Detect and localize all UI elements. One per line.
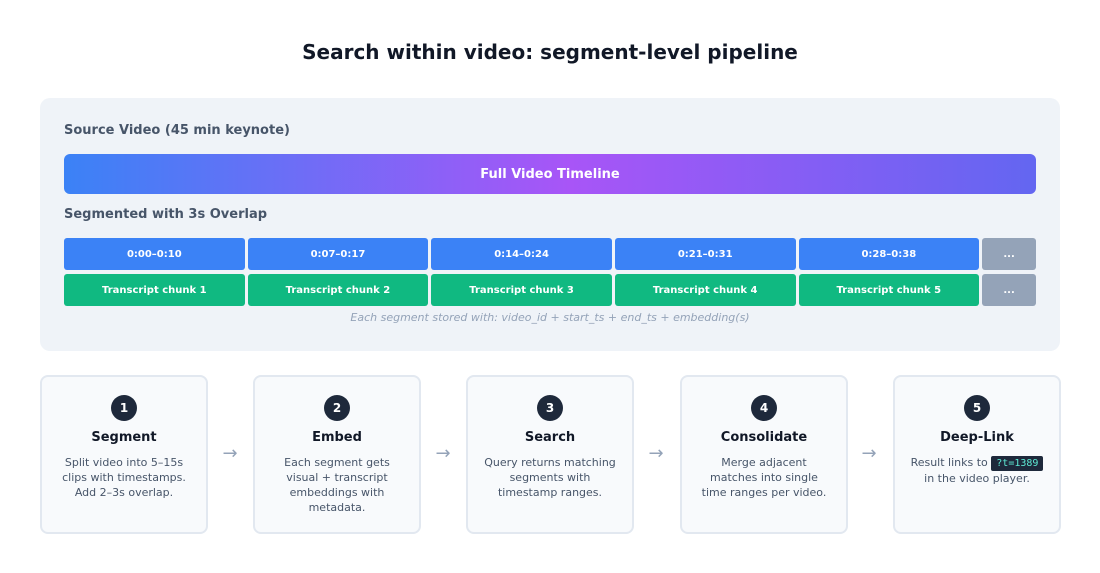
segment-block: 0:07–0:17 (247, 238, 429, 270)
pipeline-steps: 1 Segment Split video into 5–15s clips w… (40, 375, 1061, 534)
transcript-row: Transcript chunk 1 Transcript chunk 2 Tr… (64, 274, 1037, 306)
step-title: Embed (312, 430, 362, 445)
step-number-badge: 4 (751, 395, 777, 421)
arrow-right-icon: → (648, 443, 664, 464)
step-title: Segment (91, 430, 157, 445)
step-card-search: 3 Search Query returns matching segments… (466, 375, 634, 534)
source-video-panel: Source Video (45 min keynote) Full Video… (40, 98, 1060, 351)
step-description: Merge adjacent matches into single time … (701, 456, 827, 499)
step-description-text: Result links to (910, 456, 988, 469)
page-title: Search within video: segment-level pipel… (302, 40, 798, 64)
arrow-right-icon: → (861, 443, 877, 464)
segmented-label: Segmented with 3s Overlap (64, 207, 268, 222)
step-title: Search (524, 430, 576, 445)
segment-block: 0:28–0:38 (798, 238, 980, 270)
segment-more: ... (982, 238, 1037, 270)
step-description: Split video into 5–15s clips with timest… (62, 456, 186, 499)
step-title: Consolidate (720, 430, 808, 445)
segment-storage-note: Each segment stored with: video_id + sta… (350, 311, 750, 324)
source-video-label: Source Video (45 min keynote) (64, 123, 290, 138)
page: Search within video: segment-level pipel… (0, 0, 1100, 573)
step-description: Result links to ?t=1389 in the video pla… (909, 455, 1045, 486)
transcript-chunk: Transcript chunk 2 (247, 274, 429, 306)
segment-block: 0:21–0:31 (614, 238, 796, 270)
step-card-consolidate: 4 Consolidate Merge adjacent matches int… (680, 375, 848, 534)
step-card-segment: 1 Segment Split video into 5–15s clips w… (40, 375, 208, 534)
transcript-chunk: Transcript chunk 3 (431, 274, 612, 306)
transcript-chunk: Transcript chunk 1 (64, 274, 245, 306)
segment-block: 0:00–0:10 (64, 238, 245, 270)
step-description-text: in the video player. (924, 472, 1030, 485)
step-card-deep-link: 5 Deep-Link Result links to ?t=1389 in t… (893, 375, 1061, 534)
segment-row: 0:00–0:10 0:07–0:17 0:14–0:24 0:21–0:31 … (64, 238, 1037, 270)
step-number-badge: 2 (324, 395, 350, 421)
transcript-chunk: Transcript chunk 4 (614, 274, 796, 306)
step-number-badge: 5 (964, 395, 990, 421)
step-description: Query returns matching segments with tim… (484, 456, 616, 499)
transcript-chunk: Transcript chunk 5 (798, 274, 980, 306)
full-video-timeline: Full Video Timeline (64, 154, 1036, 194)
step-description: Each segment gets visual + transcript em… (284, 456, 390, 514)
segment-block: 0:14–0:24 (431, 238, 612, 270)
step-card-embed: 2 Embed Each segment gets visual + trans… (253, 375, 421, 534)
transcript-more: ... (982, 274, 1037, 306)
arrow-right-icon: → (222, 443, 238, 464)
step-title: Deep-Link (940, 430, 1014, 445)
step-number-badge: 3 (537, 395, 563, 421)
step-number-badge: 1 (111, 395, 137, 421)
arrow-right-icon: → (435, 443, 451, 464)
timestamp-code: ?t=1389 (991, 456, 1044, 471)
